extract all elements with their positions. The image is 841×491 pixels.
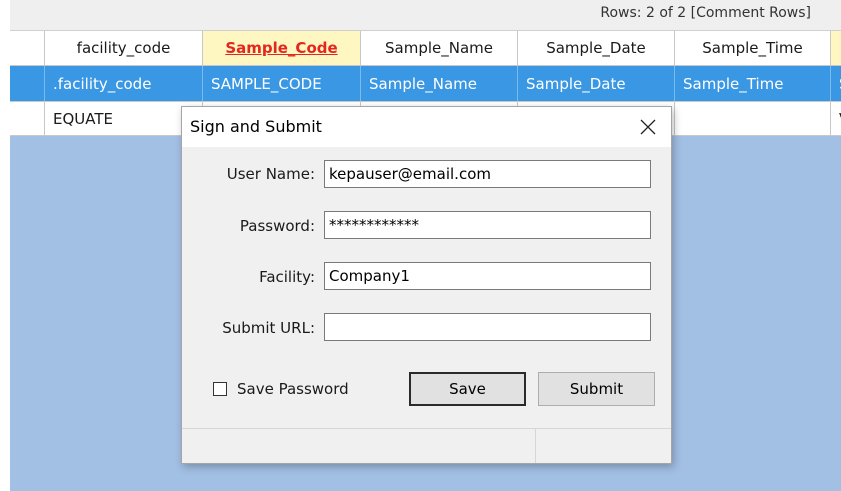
table-cell[interactable]: Sample_Time bbox=[675, 66, 831, 101]
save-password-checkbox[interactable] bbox=[213, 382, 227, 396]
submit-url-field[interactable] bbox=[324, 313, 651, 341]
table-cell[interactable]: SAMPLE_CODE bbox=[203, 66, 361, 101]
facility-label: Facility: bbox=[259, 268, 315, 286]
close-button[interactable] bbox=[625, 107, 671, 147]
dialog-status-bar bbox=[182, 428, 671, 463]
submit-url-label: Submit URL: bbox=[222, 319, 315, 337]
column-header-next[interactable] bbox=[831, 31, 841, 65]
row-selector[interactable] bbox=[10, 102, 45, 135]
save-password-option[interactable]: Save Password bbox=[213, 380, 349, 398]
grid-header-row: facility_code Sample_Code Sample_Name Sa… bbox=[10, 31, 841, 66]
submit-button[interactable]: Submit bbox=[538, 372, 655, 406]
dialog-title: Sign and Submit bbox=[190, 117, 322, 136]
table-cell[interactable] bbox=[675, 102, 831, 135]
dialog-titlebar[interactable]: Sign and Submit bbox=[182, 107, 671, 147]
column-header-facility-code[interactable]: facility_code bbox=[45, 31, 203, 65]
user-name-label: User Name: bbox=[226, 165, 315, 183]
table-cell[interactable]: Sample_Date bbox=[518, 66, 675, 101]
facility-field[interactable] bbox=[324, 262, 651, 290]
close-icon bbox=[640, 119, 656, 135]
column-header-sample-code[interactable]: Sample_Code bbox=[203, 31, 361, 65]
save-password-label: Save Password bbox=[237, 380, 349, 398]
user-name-field[interactable] bbox=[324, 160, 651, 188]
sign-and-submit-dialog: Sign and Submit User Name: Password: Fac… bbox=[181, 106, 672, 464]
column-header-sample-time[interactable]: Sample_Time bbox=[675, 31, 831, 65]
table-cell[interactable]: V bbox=[831, 102, 841, 135]
table-cell[interactable]: EQUATE bbox=[45, 102, 203, 135]
rows-bar: Rows: 2 of 2 [Comment Rows] bbox=[10, 0, 841, 31]
column-header-sample-date[interactable]: Sample_Date bbox=[518, 31, 675, 65]
save-button[interactable]: Save bbox=[409, 372, 526, 406]
password-field[interactable] bbox=[324, 211, 651, 239]
table-cell[interactable]: .facility_code bbox=[45, 66, 203, 101]
table-row-selected[interactable]: .facility_code SAMPLE_CODE Sample_Name S… bbox=[10, 66, 841, 102]
table-cell[interactable]: Sample_Name bbox=[361, 66, 518, 101]
column-header-sample-name[interactable]: Sample_Name bbox=[361, 31, 518, 65]
status-pane bbox=[182, 429, 536, 463]
table-cell[interactable]: S bbox=[831, 66, 841, 101]
password-label: Password: bbox=[239, 217, 315, 235]
row-selector[interactable] bbox=[10, 66, 45, 101]
rows-count-label: Rows: 2 of 2 [Comment Rows] bbox=[600, 5, 811, 21]
row-header-corner[interactable] bbox=[10, 31, 45, 65]
